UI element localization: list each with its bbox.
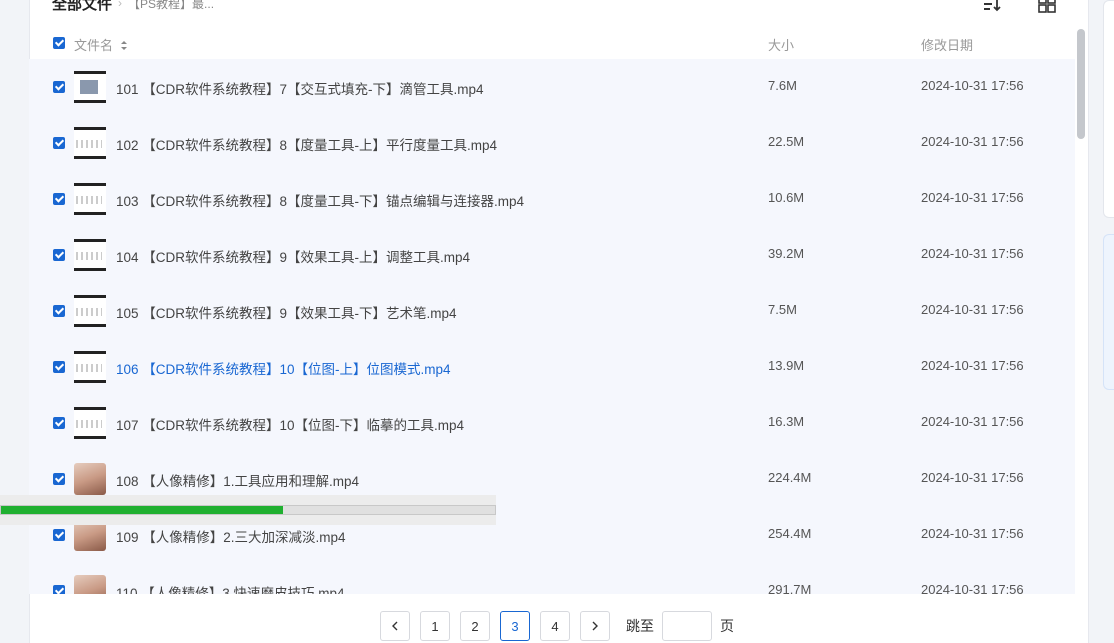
sort-icon[interactable] — [982, 0, 1002, 14]
column-name-header[interactable]: 文件名 — [74, 35, 128, 54]
chevron-left-icon — [392, 621, 398, 631]
list-header: 文件名 大小 修改日期 — [29, 29, 1075, 57]
file-size: 7.5M — [768, 302, 797, 317]
file-size: 7.6M — [768, 78, 797, 93]
file-row[interactable]: 105 【CDR软件系统教程】9【效果工具-下】艺术笔.mp4 7.5M 2024-… — [29, 283, 1075, 339]
progress-overlay — [0, 495, 496, 525]
select-all-checkbox[interactable] — [53, 37, 65, 49]
column-name-label: 文件名 — [74, 38, 114, 53]
video-thumbnail[interactable] — [74, 183, 106, 215]
page-button-4[interactable]: 4 — [540, 611, 570, 641]
file-row[interactable]: 103 【CDR软件系统教程】8【度量工具-下】锚点编辑与连接器.mp4 10.6… — [29, 171, 1075, 227]
prev-page-button[interactable] — [380, 611, 410, 641]
file-date: 2024-10-31 17:56 — [921, 134, 1024, 149]
row-checkbox[interactable] — [53, 529, 65, 541]
scrollbar[interactable] — [1077, 29, 1085, 593]
file-size: 22.5M — [768, 134, 805, 149]
file-date: 2024-10-31 17:56 — [921, 414, 1024, 429]
file-date: 2024-10-31 17:56 — [921, 246, 1024, 261]
file-size: 16.3M — [768, 414, 805, 429]
file-name[interactable]: 105 【CDR软件系统教程】9【效果工具-下】艺术笔.mp4 — [116, 302, 457, 322]
progress-bar — [0, 505, 496, 515]
row-checkbox[interactable] — [53, 81, 65, 93]
file-name[interactable]: 107 【CDR软件系统教程】10【位图-下】临摹的工具.mp4 — [116, 414, 464, 434]
pagination: 1 2 3 4 跳至 页 — [380, 610, 734, 642]
row-checkbox[interactable] — [53, 585, 65, 594]
row-checkbox[interactable] — [53, 137, 65, 149]
file-row[interactable]: 106 【CDR软件系统教程】10【位图-上】位图模式.mp4 13.9M 2024… — [29, 339, 1075, 395]
video-thumbnail[interactable] — [74, 575, 106, 594]
scrollbar-thumb[interactable] — [1077, 29, 1085, 139]
side-card-bottom — [1103, 234, 1114, 390]
file-name[interactable]: 109 【人像精修】2.三大加深减淡.mp4 — [116, 526, 346, 546]
file-date: 2024-10-31 17:56 — [921, 470, 1024, 485]
file-row[interactable]: 110 【人像精修】3.快速磨皮技巧.mp4 291.7M 2024-10-31 1… — [29, 563, 1075, 594]
video-thumbnail[interactable] — [74, 463, 106, 495]
file-date: 2024-10-31 17:56 — [921, 526, 1024, 541]
file-name[interactable]: 101 【CDR软件系统教程】7【交互式填充-下】滴管工具.mp4 — [116, 78, 484, 98]
video-thumbnail[interactable] — [74, 239, 106, 271]
file-size: 13.9M — [768, 358, 805, 373]
breadcrumb-root[interactable]: 全部文件 — [52, 0, 112, 14]
row-checkbox[interactable] — [53, 193, 65, 205]
file-date: 2024-10-31 17:56 — [921, 302, 1024, 317]
page-button-3[interactable]: 3 — [500, 611, 530, 641]
sort-toggle-icon[interactable] — [120, 40, 128, 51]
file-size: 10.6M — [768, 190, 805, 205]
jump-page-input[interactable] — [662, 611, 712, 641]
file-name[interactable]: 108 【人像精修】1.工具应用和理解.mp4 — [116, 470, 359, 490]
file-size: 291.7M — [768, 582, 812, 594]
video-thumbnail[interactable] — [74, 407, 106, 439]
progress-fill — [1, 506, 283, 514]
file-row[interactable]: 102 【CDR软件系统教程】8【度量工具-上】平行度量工具.mp4 22.5M 2… — [29, 115, 1075, 171]
row-checkbox[interactable] — [53, 417, 65, 429]
file-name[interactable]: 104 【CDR软件系统教程】9【效果工具-上】调整工具.mp4 — [116, 246, 470, 266]
video-thumbnail[interactable] — [74, 127, 106, 159]
column-size-header[interactable]: 大小 — [768, 35, 794, 54]
file-name[interactable]: 102 【CDR软件系统教程】8【度量工具-上】平行度量工具.mp4 — [116, 134, 497, 154]
file-name[interactable]: 110 【人像精修】3.快速磨皮技巧.mp4 — [116, 582, 345, 594]
file-date: 2024-10-31 17:56 — [921, 78, 1024, 93]
page-button-2[interactable]: 2 — [460, 611, 490, 641]
file-date: 2024-10-31 17:56 — [921, 358, 1024, 373]
grid-view-icon[interactable] — [1037, 0, 1057, 14]
breadcrumb-separator: › — [118, 0, 123, 10]
breadcrumb: 全部文件 › 【PS教程】最... — [52, 0, 214, 14]
file-size: 224.4M — [768, 470, 812, 485]
side-card-top — [1103, 0, 1114, 218]
video-thumbnail[interactable] — [74, 71, 106, 103]
column-date-header[interactable]: 修改日期 — [921, 35, 973, 54]
file-size: 254.4M — [768, 526, 812, 541]
next-page-button[interactable] — [580, 611, 610, 641]
row-checkbox[interactable] — [53, 361, 65, 373]
file-row[interactable]: 101 【CDR软件系统教程】7【交互式填充-下】滴管工具.mp4 7.6M 202… — [29, 59, 1075, 115]
page-button-1[interactable]: 1 — [420, 611, 450, 641]
file-name[interactable]: 106 【CDR软件系统教程】10【位图-上】位图模式.mp4 — [116, 358, 451, 378]
file-date: 2024-10-31 17:56 — [921, 582, 1024, 594]
row-checkbox[interactable] — [53, 305, 65, 317]
file-name[interactable]: 103 【CDR软件系统教程】8【度量工具-下】锚点编辑与连接器.mp4 — [116, 190, 524, 210]
row-checkbox[interactable] — [53, 249, 65, 261]
breadcrumb-current[interactable]: 【PS教程】最... — [128, 0, 214, 12]
row-checkbox[interactable] — [53, 473, 65, 485]
page-suffix-label: 页 — [720, 618, 734, 634]
video-thumbnail[interactable] — [74, 351, 106, 383]
chevron-right-icon — [592, 621, 598, 631]
jump-label: 跳至 — [626, 618, 654, 634]
file-row[interactable]: 107 【CDR软件系统教程】10【位图-下】临摹的工具.mp4 16.3M 202… — [29, 395, 1075, 451]
video-thumbnail[interactable] — [74, 295, 106, 327]
file-size: 39.2M — [768, 246, 805, 261]
file-date: 2024-10-31 17:56 — [921, 190, 1024, 205]
file-row[interactable]: 104 【CDR软件系统教程】9【效果工具-上】调整工具.mp4 39.2M 202… — [29, 227, 1075, 283]
